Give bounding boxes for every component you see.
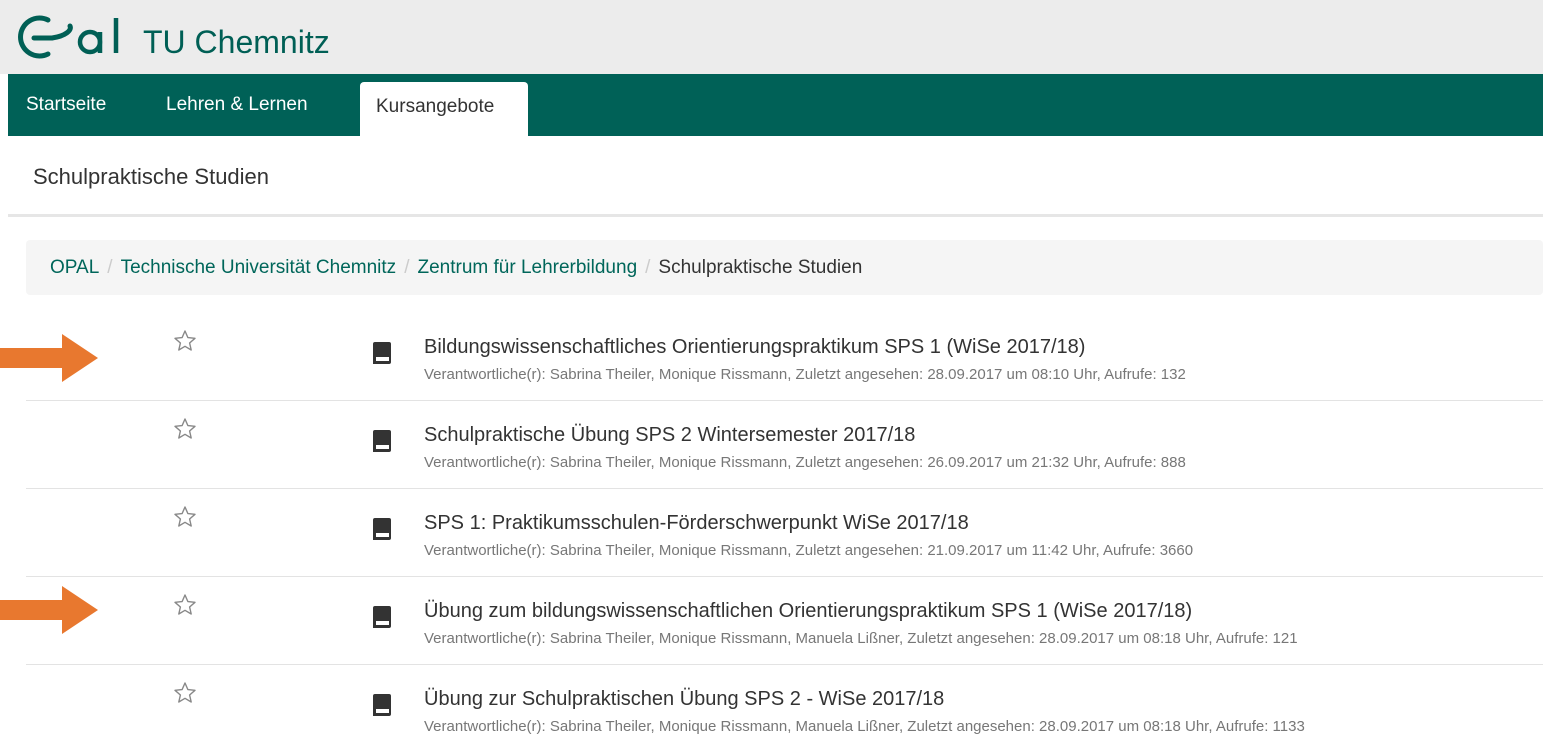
arrow-right-icon [0, 586, 98, 634]
course-title[interactable]: SPS 1: Praktikumsschulen-Förderschwerpun… [424, 510, 969, 536]
arrow-right-icon [0, 334, 98, 382]
heading-divider [8, 214, 1543, 217]
book-icon [373, 342, 391, 364]
site-title: TU Chemnitz [143, 24, 330, 60]
main-navigation: Startseite Lehren & Lernen Kursangebote [8, 74, 1543, 136]
star-outline-icon[interactable] [173, 681, 197, 705]
course-meta: Verantwortliche(r): Sabrina Theiler, Mon… [424, 366, 1186, 383]
course-meta: Verantwortliche(r): Sabrina Theiler, Mon… [424, 542, 1194, 559]
nav-startseite[interactable]: Startseite [26, 74, 106, 136]
book-icon [373, 694, 391, 716]
course-title[interactable]: Übung zur Schulpraktischen Übung SPS 2 -… [424, 686, 944, 712]
course-row: Schulpraktische Übung SPS 2 Wintersemest… [26, 401, 1543, 489]
breadcrumb-separator: / [107, 257, 113, 278]
course-title[interactable]: Übung zum bildungswissenschaftlichen Ori… [424, 598, 1192, 624]
breadcrumb: OPAL / Technische Universität Chemnitz / Zen… [26, 240, 1543, 295]
opal-logo [18, 15, 119, 59]
course-row: Übung zum bildungswissenschaftlichen Ori… [26, 577, 1543, 665]
course-meta: Verantwortliche(r): Sabrina Theiler, Mon… [424, 630, 1298, 647]
course-list: Bildungswissenschaftliches Orientierungs… [26, 313, 1543, 752]
page-title: Schulpraktische Studien [33, 164, 270, 189]
breadcrumb-separator: / [645, 257, 651, 278]
course-title[interactable]: Bildungswissenschaftliches Orientierungs… [424, 334, 1085, 360]
course-meta: Verantwortliche(r): Sabrina Theiler, Mon… [424, 454, 1186, 471]
course-row: Bildungswissenschaftliches Orientierungs… [26, 313, 1543, 401]
star-outline-icon[interactable] [173, 329, 197, 353]
course-meta: Verantwortliche(r): Sabrina Theiler, Mon… [424, 718, 1305, 735]
book-icon [373, 606, 391, 628]
nav-lehren-lernen[interactable]: Lehren & Lernen [166, 74, 308, 136]
breadcrumb-current: Schulpraktische Studien [658, 257, 863, 278]
course-row: SPS 1: Praktikumsschulen-Förderschwerpun… [26, 489, 1543, 577]
breadcrumb-tu-chemnitz[interactable]: Technische Universität Chemnitz [121, 257, 397, 278]
course-row: Übung zur Schulpraktischen Übung SPS 2 -… [26, 665, 1543, 752]
star-outline-icon[interactable] [173, 417, 197, 441]
breadcrumb-opal[interactable]: OPAL [50, 257, 99, 278]
star-outline-icon[interactable] [173, 593, 197, 617]
breadcrumb-separator: / [404, 257, 410, 278]
star-outline-icon[interactable] [173, 505, 197, 529]
course-title[interactable]: Schulpraktische Übung SPS 2 Wintersemest… [424, 422, 915, 448]
top-bar: TU Chemnitz [0, 0, 1543, 74]
book-icon [373, 518, 391, 540]
nav-kursangebote[interactable]: Kursangebote [360, 82, 528, 136]
book-icon [373, 430, 391, 452]
breadcrumb-zentrum-lehrerbildung[interactable]: Zentrum für Lehrerbildung [417, 257, 637, 278]
